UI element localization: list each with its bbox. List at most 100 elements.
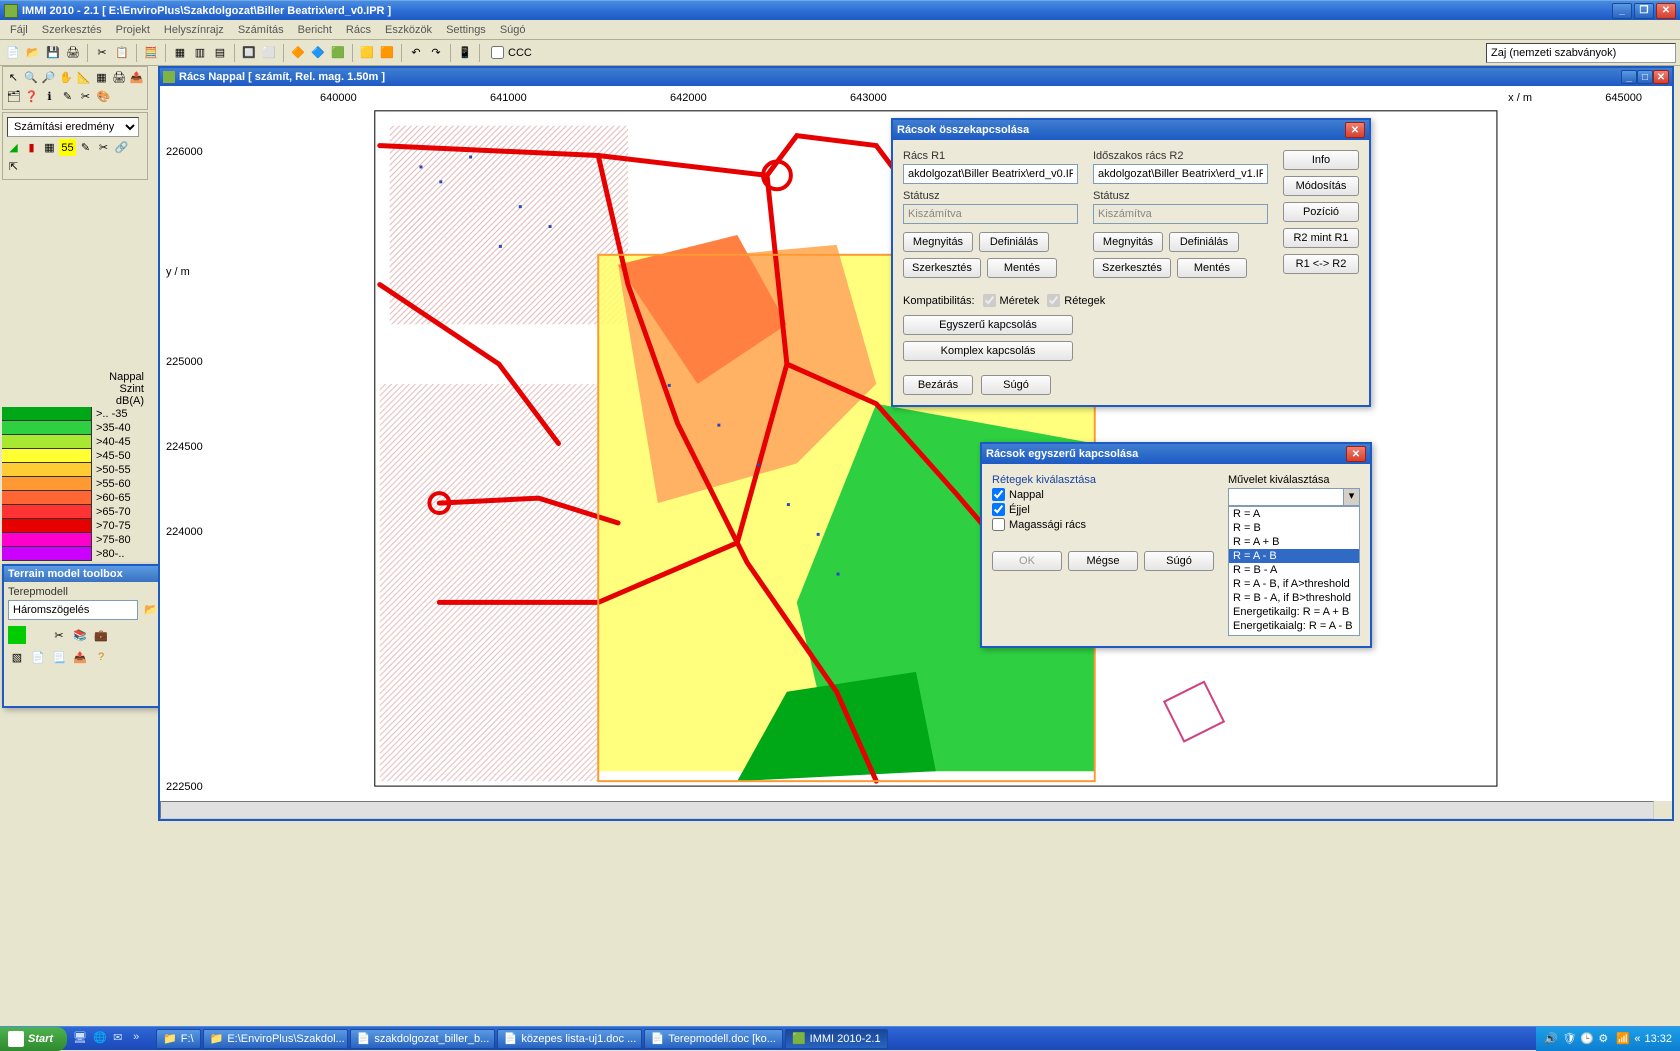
egyszeru-button[interactable]: Egyszerű kapcsolás: [903, 315, 1073, 335]
taskbar-item[interactable]: 📄szakdolgozat_biller_b...: [350, 1029, 495, 1049]
r2mintr1-button[interactable]: R2 mint R1: [1283, 228, 1359, 248]
egyszeru-close-button[interactable]: ✕: [1346, 446, 1366, 462]
taskbar-item[interactable]: 🟩IMMI 2010-2.1: [785, 1029, 888, 1049]
r1-input[interactable]: [903, 164, 1078, 184]
taskbar-item[interactable]: 📄közepes lista-uj1.doc ...: [497, 1029, 642, 1049]
pointer-icon[interactable]: ↖: [5, 69, 22, 86]
menu-fajl[interactable]: Fájl: [4, 22, 34, 38]
terrain-input[interactable]: [8, 600, 138, 620]
menu-racs[interactable]: Rács: [340, 22, 377, 38]
map-maximize-button[interactable]: □: [1637, 70, 1653, 84]
r2-szerkesztes-button[interactable]: Szerkesztés: [1093, 258, 1171, 278]
bezaras-button[interactable]: Bezárás: [903, 375, 973, 395]
page-icon[interactable]: 📄: [29, 648, 47, 666]
bars-icon[interactable]: ▮: [23, 139, 40, 156]
redo-icon[interactable]: ↷: [427, 44, 445, 62]
cut-icon[interactable]: ✂: [93, 44, 111, 62]
layer-icon[interactable]: 🗂: [5, 88, 22, 105]
tray-icon-4[interactable]: ⚙: [1598, 1032, 1612, 1046]
chart-icon[interactable]: ◢: [5, 139, 22, 156]
pozicio-button[interactable]: Pozíció: [1283, 202, 1359, 222]
menu-projekt[interactable]: Projekt: [110, 22, 156, 38]
info-icon[interactable]: ❓: [23, 88, 40, 105]
r1-szerkesztes-button[interactable]: Szerkesztés: [903, 258, 981, 278]
print-icon[interactable]: 🖨: [64, 44, 82, 62]
ccc-checkbox[interactable]: [491, 46, 504, 59]
komplex-button[interactable]: Komplex kapcsolás: [903, 341, 1073, 361]
num-icon[interactable]: 55: [59, 139, 76, 156]
green-icon[interactable]: [8, 626, 26, 644]
menu-bericht[interactable]: Bericht: [292, 22, 338, 38]
menu-sugo[interactable]: Súgó: [494, 22, 532, 38]
muvelet-option[interactable]: R = A - B: [1229, 549, 1359, 563]
case-icon[interactable]: 💼: [92, 626, 110, 644]
ok-button[interactable]: OK: [992, 551, 1062, 571]
tray-chevron-icon[interactable]: «: [1634, 1033, 1640, 1045]
menu-helyszinrajz[interactable]: Helyszínrajz: [158, 22, 230, 38]
tray-icon-3[interactable]: 🕒: [1580, 1032, 1594, 1046]
tool-h-icon[interactable]: 🟩: [329, 44, 347, 62]
r1-definialas-button[interactable]: Definiálás: [979, 232, 1049, 252]
tray-icon-1[interactable]: 🔊: [1544, 1032, 1558, 1046]
link-icon[interactable]: 🔗: [113, 139, 130, 156]
racsok-close-button[interactable]: ✕: [1345, 122, 1365, 138]
menu-eszkozok[interactable]: Eszközök: [379, 22, 438, 38]
export2-icon[interactable]: 📤: [71, 648, 89, 666]
minimize-button[interactable]: _: [1612, 3, 1632, 19]
tool-e-icon[interactable]: ⬜: [260, 44, 278, 62]
delete-icon[interactable]: ✂: [77, 88, 94, 105]
move-icon[interactable]: ⇱: [5, 158, 22, 175]
scissors-icon[interactable]: ✂: [95, 139, 112, 156]
r1-mentes-button[interactable]: Mentés: [987, 258, 1057, 278]
copy-icon[interactable]: 📋: [113, 44, 131, 62]
sugo-button[interactable]: Súgó: [981, 375, 1051, 395]
measure-icon[interactable]: 📐: [76, 69, 93, 86]
muvelet-option[interactable]: Energetikaialg: R = A - B: [1229, 619, 1359, 633]
taskbar-item[interactable]: 📄Terepmodell.doc [ko...: [644, 1029, 783, 1049]
calc-icon[interactable]: 🧮: [142, 44, 160, 62]
tool-f-icon[interactable]: 🔶: [289, 44, 307, 62]
pan-icon[interactable]: ✋: [58, 69, 75, 86]
ql-desktop-icon[interactable]: 🖥: [73, 1031, 89, 1047]
mesh-icon[interactable]: ▧: [8, 648, 26, 666]
muvelet-option[interactable]: R = B - A: [1229, 563, 1359, 577]
ejjel-checkbox[interactable]: [992, 503, 1005, 516]
start-button[interactable]: Start: [0, 1027, 67, 1051]
zoom-icon[interactable]: 🔍: [23, 69, 40, 86]
ql-ie-icon[interactable]: 🌐: [93, 1031, 109, 1047]
muvelet-option[interactable]: Energetikailg: R = A + B: [1229, 605, 1359, 619]
muvelet-option[interactable]: R = B - A, if B>threshold: [1229, 591, 1359, 605]
save-icon[interactable]: 💾: [44, 44, 62, 62]
muvelet-option[interactable]: Energetikailag: R = B - A: [1229, 633, 1359, 636]
zoomout-icon[interactable]: 🔎: [40, 69, 57, 86]
open-icon[interactable]: 📂: [24, 44, 42, 62]
taskbar-item[interactable]: 📁F:\: [156, 1029, 201, 1049]
grid2-icon[interactable]: ▦: [41, 139, 58, 156]
close-button[interactable]: ✕: [1656, 3, 1676, 19]
color-icon[interactable]: 🎨: [95, 88, 112, 105]
gray-icon[interactable]: [29, 626, 47, 644]
undo-icon[interactable]: ↶: [407, 44, 425, 62]
r2-megnyitas-button[interactable]: Megnyitás: [1093, 232, 1163, 252]
map-close-button[interactable]: ✕: [1653, 70, 1669, 84]
pen-icon[interactable]: ✎: [77, 139, 94, 156]
grid-icon[interactable]: ▦: [93, 69, 110, 86]
restore-button[interactable]: ❐: [1634, 3, 1654, 19]
tool-i-icon[interactable]: 🟨: [358, 44, 376, 62]
clock[interactable]: 13:32: [1644, 1033, 1672, 1045]
menu-settings[interactable]: Settings: [440, 22, 492, 38]
tool-a-icon[interactable]: ▦: [171, 44, 189, 62]
tool-d-icon[interactable]: 🔲: [240, 44, 258, 62]
device-icon[interactable]: 📱: [456, 44, 474, 62]
muvelet-option[interactable]: R = B: [1229, 521, 1359, 535]
doc-icon[interactable]: 📃: [50, 648, 68, 666]
r2-mentes-button[interactable]: Mentés: [1177, 258, 1247, 278]
tray-icon-2[interactable]: 🛡: [1562, 1032, 1576, 1046]
ql-mail-icon[interactable]: ✉: [113, 1031, 129, 1047]
taskbar-item[interactable]: 📁E:\EnviroPlus\Szakdol...: [203, 1029, 348, 1049]
muvelet-listbox[interactable]: R = AR = BR = A + BR = A - BR = B - AR =…: [1228, 506, 1360, 636]
r2-input[interactable]: [1093, 164, 1268, 184]
muvelet-option[interactable]: R = A: [1229, 507, 1359, 521]
print2-icon[interactable]: 🖨: [111, 69, 128, 86]
edit-icon[interactable]: ✎: [59, 88, 76, 105]
